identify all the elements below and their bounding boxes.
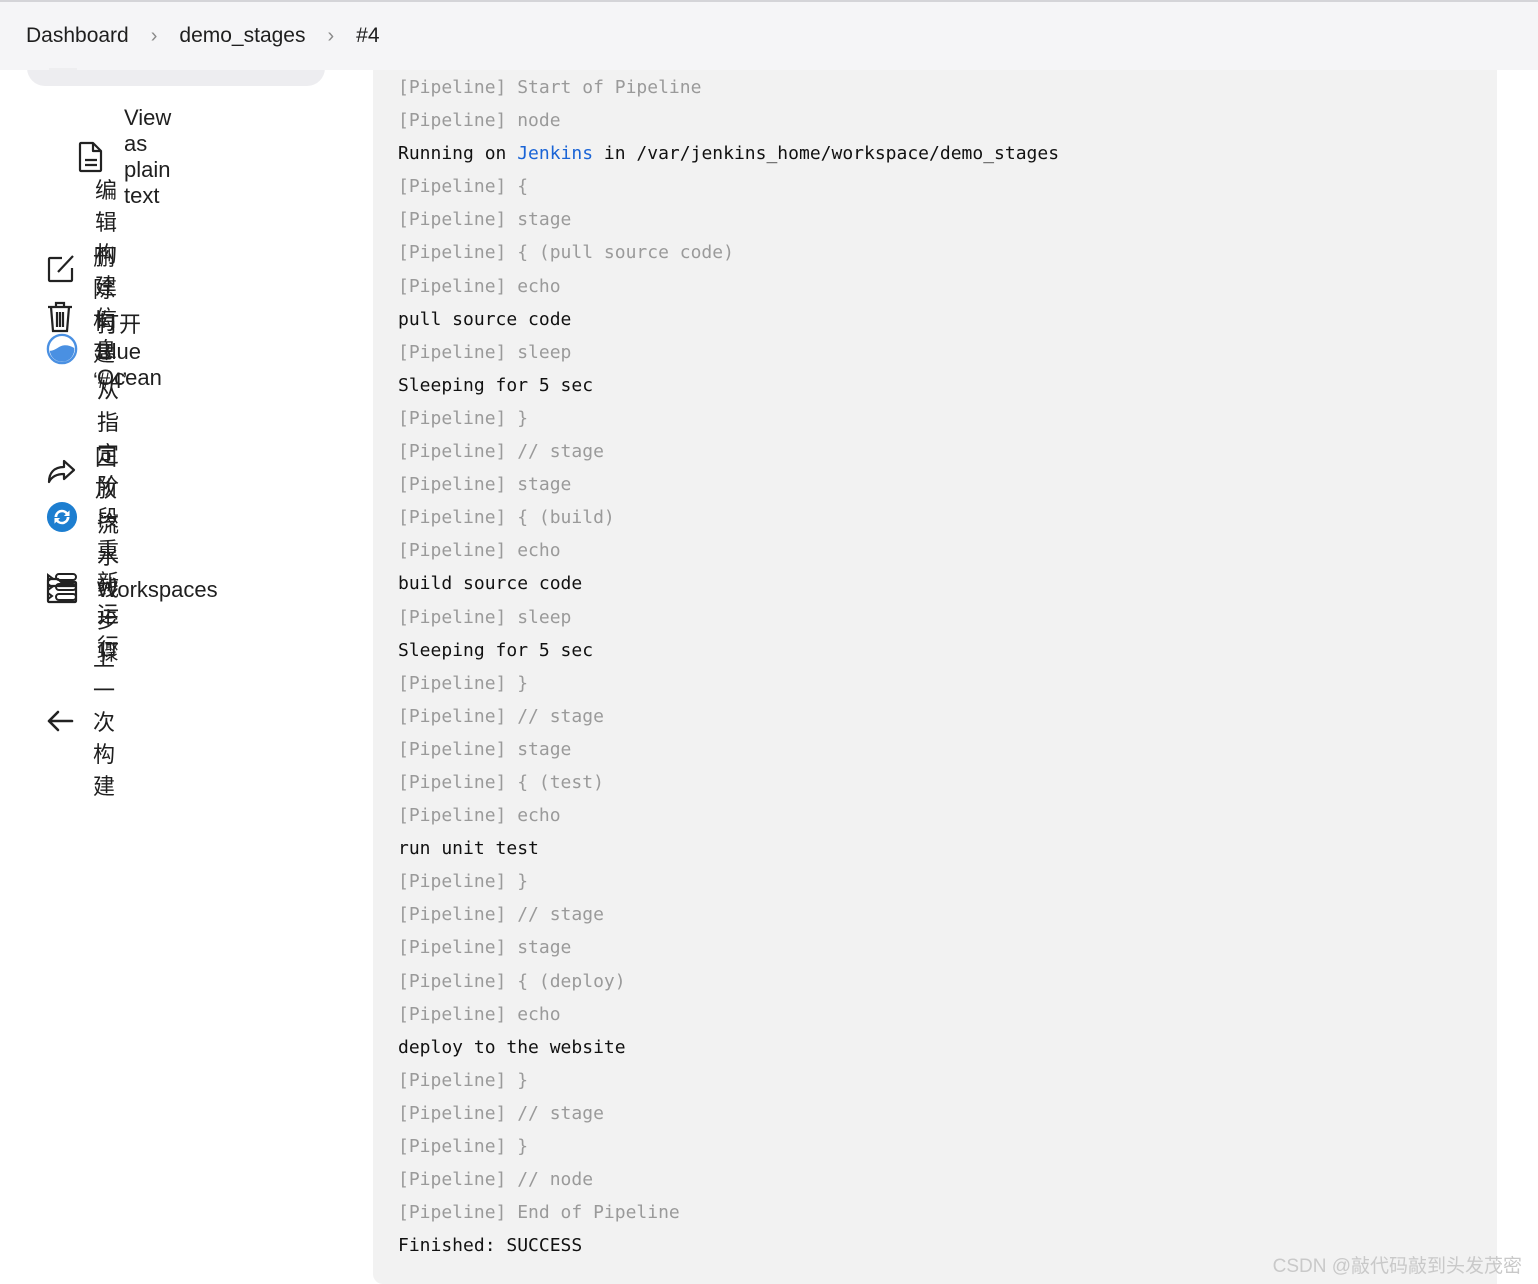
console-text: Running on	[398, 143, 518, 165]
console-line: [Pipeline] { (test)	[398, 771, 604, 793]
console-line: [Pipeline] stage	[398, 474, 572, 496]
console-line: [Pipeline] // stage	[398, 705, 604, 727]
sidebar-item-label: 回放	[95, 445, 118, 502]
console-line: [Pipeline] }	[398, 672, 529, 694]
console-line: [Pipeline] }	[398, 407, 529, 429]
sidebar-item-label: 上一次构建	[93, 646, 116, 799]
folder-icon	[46, 574, 78, 606]
console-line: [Pipeline] echo	[398, 805, 561, 827]
breadcrumb-dashboard[interactable]: Dashboard	[26, 24, 129, 48]
console-line: [Pipeline] // stage	[398, 904, 604, 926]
breadcrumb-job[interactable]: demo_stages	[179, 24, 305, 48]
console-output: [Pipeline] Start of Pipeline [Pipeline] n…	[398, 74, 1059, 1265]
watermark: CSDN @敲代码敲到头发茂密	[1272, 1256, 1522, 1277]
sidebar-item-label: Workspaces	[97, 577, 218, 602]
console-line: [Pipeline] echo	[398, 540, 561, 562]
breadcrumb-build[interactable]: #4	[356, 24, 379, 48]
chevron-right-icon: ›	[327, 24, 335, 47]
sidebar-item-workspaces[interactable]: Workspaces	[46, 574, 218, 606]
console-line: [Pipeline] Start of Pipeline	[398, 77, 702, 98]
console-line: [Pipeline] echo	[398, 275, 561, 297]
console-line: run unit test	[398, 838, 539, 860]
console-line: Finished: SUCCESS	[398, 1235, 583, 1257]
blue-ocean-icon	[46, 333, 78, 365]
console-line: Sleeping for 5 sec	[398, 374, 594, 396]
console-line: [Pipeline] stage	[398, 209, 572, 231]
jenkins-node-link[interactable]: Jenkins	[517, 143, 593, 164]
console-line: [Pipeline] sleep	[398, 341, 572, 363]
console-line: [Pipeline] node	[398, 110, 561, 132]
console-text: in /var/jenkins_home/workspace/demo_stag…	[593, 143, 1060, 165]
sidebar-item-previous-build[interactable]: 上一次构建	[46, 641, 119, 801]
console-line: [Pipeline] stage	[398, 937, 572, 959]
console-line: [Pipeline] // stage	[398, 441, 604, 463]
console-line: build source code	[398, 573, 583, 595]
console-line: [Pipeline] }	[398, 1136, 529, 1157]
console-line: [Pipeline] { (deploy)	[398, 970, 626, 992]
console-line: pull source code	[398, 308, 572, 330]
sidebar-item-label: View as plain text	[124, 105, 172, 208]
console-line: Running on Jenkins in /var/jenkins_home/…	[398, 140, 1059, 173]
console-line: [Pipeline] // node	[398, 1169, 594, 1191]
console-line: [Pipeline] stage	[398, 738, 572, 760]
sidebar-item-replay[interactable]: 回放	[46, 440, 119, 504]
breadcrumb: Dashboard › demo_stages › #4	[0, 2, 1538, 70]
console-line: [Pipeline] echo	[398, 1003, 561, 1025]
console-line: Sleeping for 5 sec	[398, 639, 594, 661]
replay-icon	[46, 456, 76, 488]
chevron-right-icon: ›	[150, 24, 158, 47]
arrow-left-icon	[46, 705, 74, 737]
console-line: [Pipeline] }	[398, 1069, 529, 1091]
document-icon	[77, 141, 105, 173]
console-line: [Pipeline] { (pull source code)	[398, 242, 734, 264]
console-line: [Pipeline] End of Pipeline	[398, 1202, 680, 1224]
console-line: [Pipeline] {	[398, 176, 529, 198]
console-line: [Pipeline] sleep	[398, 606, 572, 628]
console-line: deploy to the website	[398, 1036, 626, 1058]
console-line: [Pipeline] }	[398, 871, 529, 893]
console-line: [Pipeline] { (build)	[398, 507, 615, 529]
console-line: [Pipeline] // stage	[398, 1102, 604, 1124]
